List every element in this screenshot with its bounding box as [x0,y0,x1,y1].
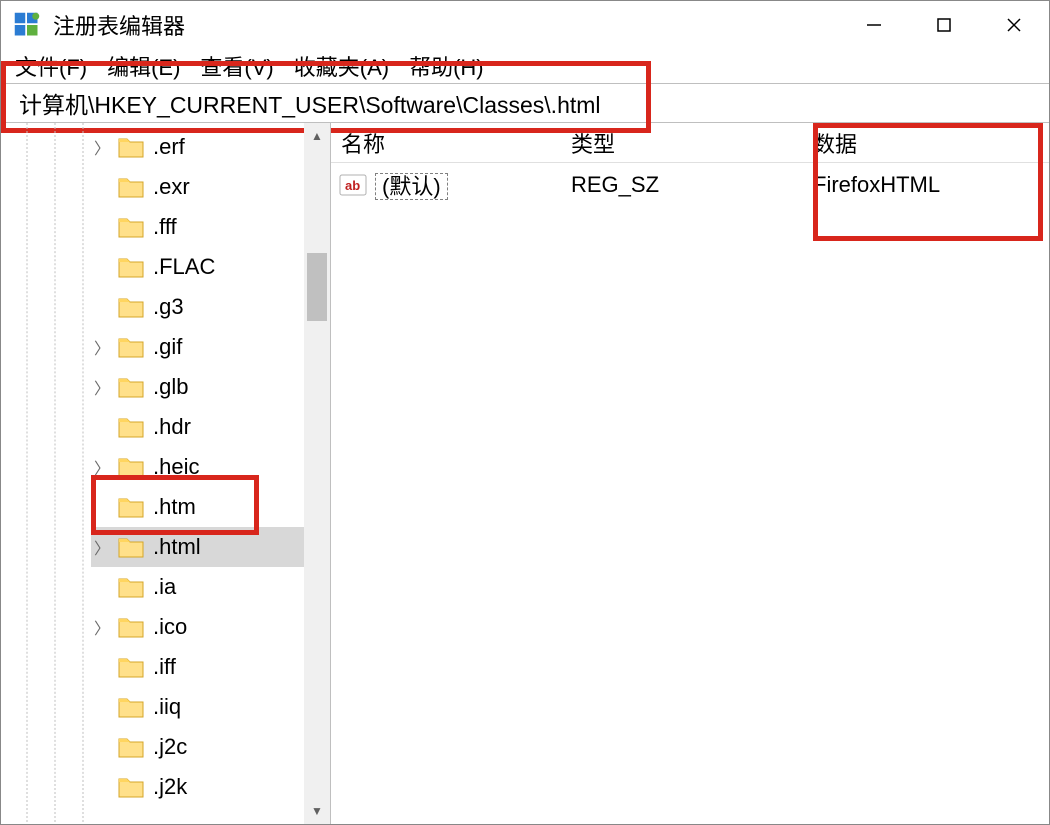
value-type: REG_SZ [571,172,801,198]
tree-item-label: .iiq [153,694,187,720]
tree-item[interactable]: .htm [91,487,330,527]
col-header-data[interactable]: 数据 [801,127,1049,159]
tree[interactable]: 〉 .erf .exr .fff .FLAC .g3 〉 .gif 〉 .glb .hdr 〉 .hei… [1,123,330,807]
tree-item-label: .ia [153,574,182,600]
menu-help[interactable]: 帮助(H) [409,50,484,82]
address-input[interactable] [1,83,1049,123]
tree-item-label: .ico [153,614,193,640]
expand-icon[interactable]: 〉 [91,615,113,639]
tree-item-label: .gif [153,334,188,360]
scroll-down-icon[interactable]: ▼ [304,798,330,824]
tree-item-label: .glb [153,374,194,400]
menu-favorites[interactable]: 收藏夹(A) [294,50,389,82]
tree-item[interactable]: 〉 .glb [91,367,330,407]
tree-item[interactable]: .hdr [91,407,330,447]
minimize-button[interactable] [839,1,909,49]
col-header-type[interactable]: 类型 [571,127,801,159]
window-title: 注册表编辑器 [53,9,839,41]
tree-item-label: .erf [153,134,191,160]
tree-item-label: .fff [153,214,183,240]
tree-item[interactable]: .iiq [91,687,330,727]
menu-view[interactable]: 查看(V) [200,50,273,82]
tree-item-label: .exr [153,174,196,200]
tree-item[interactable]: 〉 .ico [91,607,330,647]
tree-item-label: .j2c [153,734,193,760]
tree-item-label: .html [153,534,207,560]
col-header-name[interactable]: 名称 [331,127,571,159]
scroll-thumb[interactable] [307,253,327,321]
tree-item-label: .htm [153,494,202,520]
tree-item-label: .j2k [153,774,193,800]
menu-edit[interactable]: 编辑(E) [107,50,180,82]
tree-item[interactable]: .g3 [91,287,330,327]
list-row[interactable]: ab (默认) REG_SZ FirefoxHTML [331,163,1049,207]
string-value-icon: ab [339,174,367,196]
app-icon [13,11,41,39]
tree-item[interactable]: 〉 .heic [91,447,330,487]
expand-icon[interactable]: 〉 [91,535,113,559]
tree-item[interactable]: .FLAC [91,247,330,287]
close-button[interactable] [979,1,1049,49]
tree-item[interactable]: .iff [91,647,330,687]
expand-icon[interactable]: 〉 [91,135,113,159]
tree-item[interactable]: .fff [91,207,330,247]
value-data: FirefoxHTML [801,172,1049,198]
menu-file[interactable]: 文件(F) [15,50,87,82]
tree-item[interactable]: 〉 .html [91,527,330,567]
titlebar: 注册表编辑器 [1,1,1049,49]
tree-item[interactable]: 〉 .erf [91,127,330,167]
tree-panel: 〉 .erf .exr .fff .FLAC .g3 〉 .gif 〉 .glb .hdr 〉 .hei… [1,123,331,824]
list-header: 名称 类型 数据 [331,123,1049,163]
tree-item[interactable]: .j2c [91,727,330,767]
tree-item[interactable]: 〉 .gif [91,327,330,367]
tree-item-label: .heic [153,454,205,480]
scroll-up-icon[interactable]: ▲ [304,123,330,149]
maximize-button[interactable] [909,1,979,49]
expand-icon[interactable]: 〉 [91,455,113,479]
tree-item[interactable]: .ia [91,567,330,607]
tree-item-label: .iff [153,654,182,680]
tree-item[interactable]: .exr [91,167,330,207]
tree-item-label: .g3 [153,294,190,320]
tree-item-label: .FLAC [153,254,221,280]
list-panel: 名称 类型 数据 ab (默认) REG_SZ FirefoxHTML [331,123,1049,824]
value-name: (默认) [375,169,571,201]
tree-scrollbar[interactable]: ▲ ▼ [304,123,330,824]
tree-item[interactable]: .j2k [91,767,330,807]
svg-text:ab: ab [345,178,360,193]
menubar: 文件(F) 编辑(E) 查看(V) 收藏夹(A) 帮助(H) [1,49,1049,83]
tree-item-label: .hdr [153,414,197,440]
expand-icon[interactable]: 〉 [91,335,113,359]
expand-icon[interactable]: 〉 [91,375,113,399]
